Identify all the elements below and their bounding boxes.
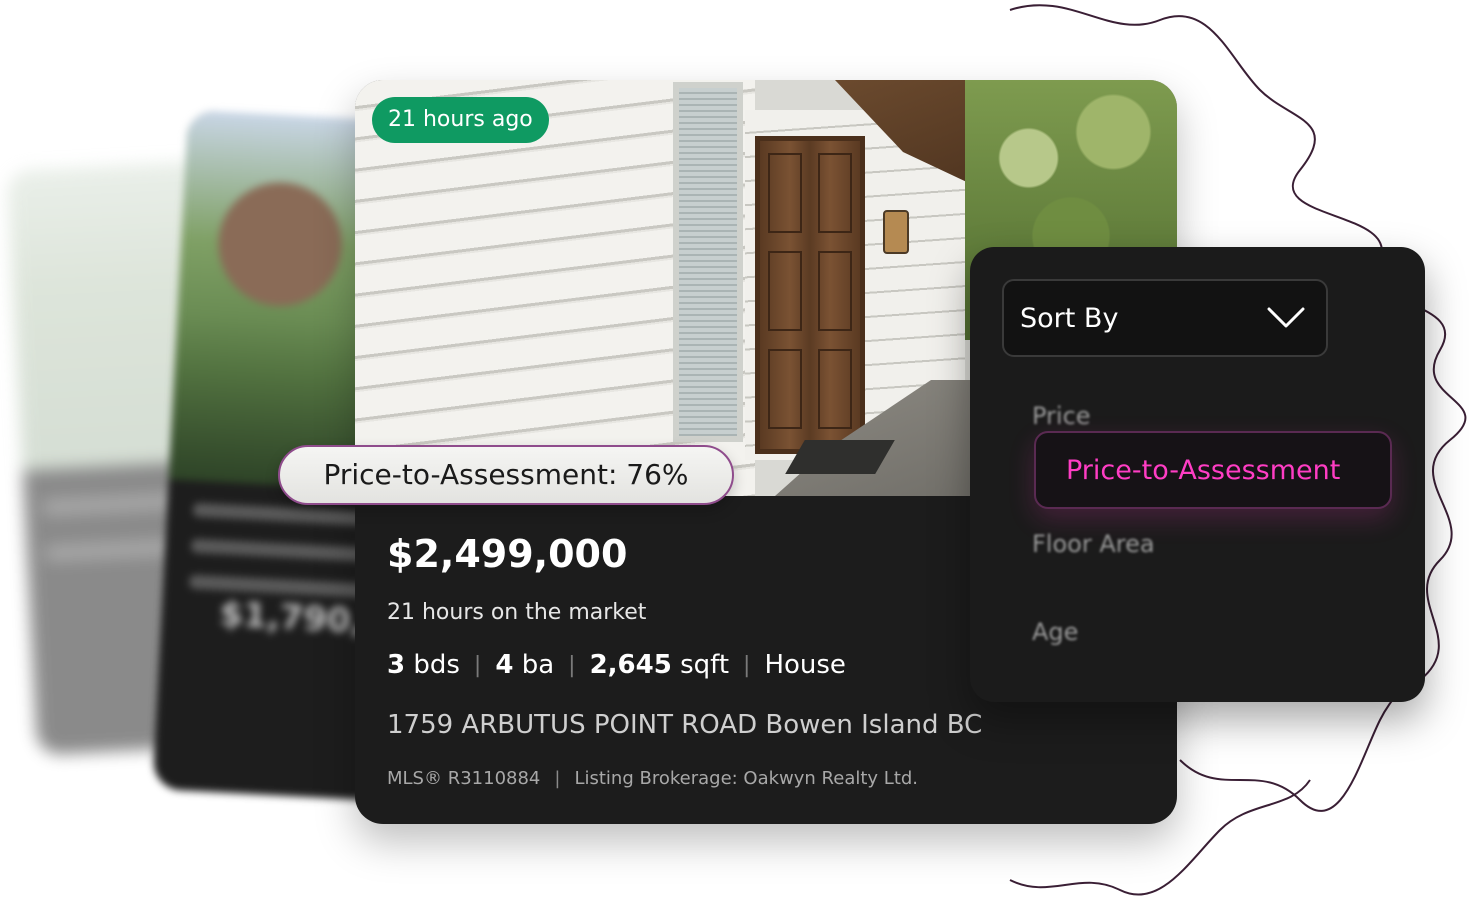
sort-option-floor-area[interactable]: Floor Area bbox=[1002, 505, 1362, 583]
sqft-count: 2,645 bbox=[589, 650, 672, 680]
divider: | bbox=[568, 652, 576, 678]
front-doors bbox=[755, 136, 865, 454]
door-panel bbox=[768, 251, 802, 331]
beds-unit: bds bbox=[413, 650, 460, 680]
window bbox=[673, 82, 743, 442]
listing-meta: MLS® R3110884 | Listing Brokerage: Oakwy… bbox=[387, 768, 918, 789]
listing-address: 1759 ARBUTUS POINT ROAD Bowen Island BC bbox=[387, 710, 983, 740]
sort-by-label: Sort By bbox=[1020, 302, 1119, 334]
listing-brokerage: Listing Brokerage: Oakwyn Realty Ltd. bbox=[574, 768, 919, 789]
chevron-down-icon bbox=[1267, 307, 1305, 328]
divider: | bbox=[743, 652, 751, 678]
sort-option-age[interactable]: Age bbox=[1002, 593, 1362, 671]
time-on-market: 21 hours on the market bbox=[387, 600, 647, 625]
time-badge: 21 hours ago bbox=[372, 97, 549, 143]
mls-number: MLS® R3110884 bbox=[387, 768, 541, 789]
divider: | bbox=[473, 652, 482, 678]
baths-unit: ba bbox=[521, 650, 555, 680]
door-panel bbox=[818, 349, 852, 429]
door-panel bbox=[768, 349, 802, 429]
divider: | bbox=[554, 768, 561, 789]
wall-lamp bbox=[883, 210, 909, 254]
beds-count: 3 bbox=[387, 650, 406, 680]
door-panel bbox=[818, 251, 852, 331]
sort-dropdown-panel: Sort By Price Price-to-Assessment Floor … bbox=[970, 247, 1425, 702]
door-panel bbox=[818, 153, 852, 233]
baths-count: 4 bbox=[495, 650, 514, 680]
sort-option-price-to-assessment[interactable]: Price-to-Assessment bbox=[1034, 431, 1392, 509]
sqft-unit: sqft bbox=[680, 650, 730, 680]
listing-specs: 3 bds | 4 ba | 2,645 sqft | House bbox=[387, 650, 846, 680]
price-to-assessment-badge: Price-to-Assessment: 76% bbox=[278, 445, 734, 505]
door-panel bbox=[768, 153, 802, 233]
property-type: House bbox=[764, 650, 846, 680]
sort-by-button[interactable]: Sort By bbox=[1002, 279, 1328, 357]
listing-price: $2,499,000 bbox=[387, 532, 628, 576]
